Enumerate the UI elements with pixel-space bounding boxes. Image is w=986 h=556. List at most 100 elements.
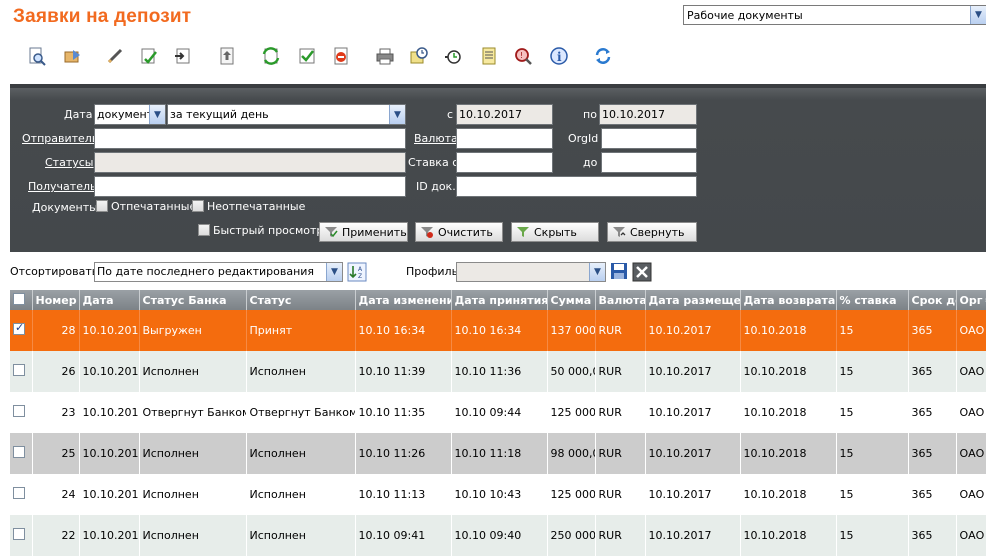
- currency-link[interactable]: Валюта: [414, 132, 458, 145]
- table-cell-rate: 15: [836, 392, 909, 433]
- chevron-down-icon[interactable]: ▼: [589, 263, 605, 281]
- check-icon[interactable]: [296, 44, 318, 68]
- printed-checkbox[interactable]: Отпечатанные: [96, 200, 196, 213]
- column-header[interactable]: Статус: [246, 290, 356, 310]
- row-checkbox[interactable]: [10, 433, 33, 474]
- schedule-icon[interactable]: [408, 44, 430, 68]
- recipient-link[interactable]: Получатель: [28, 180, 96, 193]
- column-settings[interactable]: Орг⚙: [956, 290, 986, 310]
- inspect-icon[interactable]: !: [512, 44, 534, 68]
- select-all-checkbox[interactable]: [10, 290, 33, 310]
- checkbox-icon[interactable]: [13, 292, 25, 305]
- svg-text:Z: Z: [358, 273, 362, 280]
- statuses-link[interactable]: Статусы: [45, 156, 93, 169]
- column-header[interactable]: Дата изменения: [355, 290, 452, 310]
- column-header[interactable]: Дата: [79, 290, 140, 310]
- column-header[interactable]: Валюта: [595, 290, 646, 310]
- row-checkbox[interactable]: [10, 351, 33, 392]
- collapse-button[interactable]: Свернуть: [607, 222, 697, 242]
- refresh-sync-icon[interactable]: [260, 44, 282, 68]
- sign-icon[interactable]: [138, 44, 160, 68]
- send-icon[interactable]: [172, 44, 194, 68]
- checkbox-icon[interactable]: [192, 200, 204, 212]
- table-row[interactable]: 2610.10.2017ИсполненИсполнен10.10 11:391…: [10, 351, 986, 392]
- column-header[interactable]: % ставка: [836, 290, 909, 310]
- export-icon[interactable]: [62, 44, 84, 68]
- table-cell-bank-status: Отвергнут Банком: [139, 392, 247, 433]
- column-header[interactable]: Дата возврата: [740, 290, 837, 310]
- period-select[interactable]: за текущий день ▼: [167, 104, 406, 125]
- sender-input[interactable]: [94, 128, 406, 149]
- print-icon[interactable]: [374, 44, 396, 68]
- table-row[interactable]: 2510.10.2017ИсполненИсполнен10.10 11:261…: [10, 433, 986, 474]
- info-icon[interactable]: i: [548, 44, 570, 68]
- statuses-input[interactable]: [94, 152, 406, 173]
- sender-link[interactable]: Отправитель: [22, 132, 98, 145]
- report-icon[interactable]: [478, 44, 500, 68]
- date-from-input[interactable]: 10.10.2017: [456, 104, 553, 125]
- clear-button[interactable]: Очистить: [415, 222, 503, 242]
- table-cell-status: Исполнен: [246, 351, 356, 392]
- history-icon[interactable]: [442, 44, 464, 68]
- doc-id-input[interactable]: [456, 176, 697, 197]
- table-cell-sum: 125 000,00: [547, 474, 596, 515]
- chevron-down-icon[interactable]: ▼: [389, 105, 405, 124]
- sort-direction-icon[interactable]: AZ: [347, 262, 367, 282]
- currency-input[interactable]: [456, 128, 553, 149]
- column-header[interactable]: Номер: [32, 290, 80, 310]
- upload-icon[interactable]: [216, 44, 238, 68]
- document-set-select[interactable]: Рабочие документы ▼: [683, 5, 986, 25]
- reload-icon[interactable]: [592, 44, 614, 68]
- date-type-select[interactable]: документа ▼: [94, 104, 166, 125]
- row-checkbox[interactable]: [10, 392, 33, 433]
- table-row[interactable]: 2810.10.2017ВыгруженПринят10.10 16:3410.…: [10, 310, 986, 351]
- unprinted-label: Неотпечатанные: [207, 200, 306, 213]
- save-profile-icon[interactable]: [610, 262, 628, 282]
- checkbox-icon[interactable]: [13, 321, 25, 335]
- edit-icon[interactable]: [104, 44, 126, 68]
- table-cell-accepted: 10.10 09:44: [451, 392, 548, 433]
- filter-clear-icon: [421, 227, 433, 238]
- orgid-input[interactable]: [601, 128, 697, 149]
- row-checkbox[interactable]: [10, 474, 33, 515]
- checkbox-icon[interactable]: [96, 200, 108, 212]
- table-cell-placed: 10.10.2017: [645, 433, 741, 474]
- stop-icon[interactable]: [330, 44, 352, 68]
- table-cell-term: 365: [908, 310, 957, 351]
- chevron-down-icon[interactable]: ▼: [149, 105, 165, 124]
- column-header[interactable]: Срок депозита: [908, 290, 957, 310]
- rate-from-input[interactable]: [456, 152, 553, 173]
- hide-button[interactable]: Скрыть: [511, 222, 599, 242]
- column-header[interactable]: Сумма: [547, 290, 596, 310]
- checkbox-icon[interactable]: [13, 446, 25, 458]
- profile-select[interactable]: ▼: [456, 262, 606, 282]
- row-checkbox[interactable]: [10, 515, 33, 556]
- column-header[interactable]: Статус Банка: [139, 290, 247, 310]
- apply-button[interactable]: Применить: [319, 222, 408, 242]
- recipient-input[interactable]: [94, 176, 406, 197]
- column-header[interactable]: Дата принятия: [451, 290, 548, 310]
- checkbox-icon[interactable]: [198, 224, 210, 236]
- checkbox-icon[interactable]: [13, 405, 25, 417]
- table-row[interactable]: 2310.10.2017Отвергнут БанкомОтвергнут Ба…: [10, 392, 986, 433]
- table-cell-placed: 10.10.2017: [645, 515, 741, 556]
- checkbox-icon[interactable]: [13, 487, 25, 499]
- sort-select[interactable]: По дате последнего редактирования ▼: [94, 262, 343, 282]
- table-cell-num: 22: [32, 515, 80, 556]
- table-row[interactable]: 2410.10.2017ИсполненИсполнен10.10 11:131…: [10, 474, 986, 515]
- chevron-down-icon[interactable]: ▼: [326, 263, 342, 281]
- delete-profile-icon[interactable]: [632, 262, 652, 282]
- column-header[interactable]: Дата размещения: [645, 290, 741, 310]
- checkbox-icon[interactable]: [13, 528, 25, 540]
- rate-to-input[interactable]: [601, 152, 697, 173]
- quick-view-checkbox[interactable]: Быстрый просмотр: [198, 224, 323, 237]
- date-to-input[interactable]: 10.10.2017: [599, 104, 697, 125]
- unprinted-checkbox[interactable]: Неотпечатанные: [192, 200, 305, 213]
- row-checkbox[interactable]: [10, 310, 33, 351]
- table-cell-term: 365: [908, 351, 957, 392]
- table-row[interactable]: 2210.10.2017ИсполненИсполнен10.10 09:411…: [10, 515, 986, 556]
- view-icon[interactable]: [26, 44, 48, 68]
- checkbox-icon[interactable]: [13, 364, 25, 376]
- chevron-down-icon[interactable]: ▼: [970, 6, 986, 24]
- filter-panel: Дата документа ▼ за текущий день ▼ с 10.…: [10, 84, 986, 252]
